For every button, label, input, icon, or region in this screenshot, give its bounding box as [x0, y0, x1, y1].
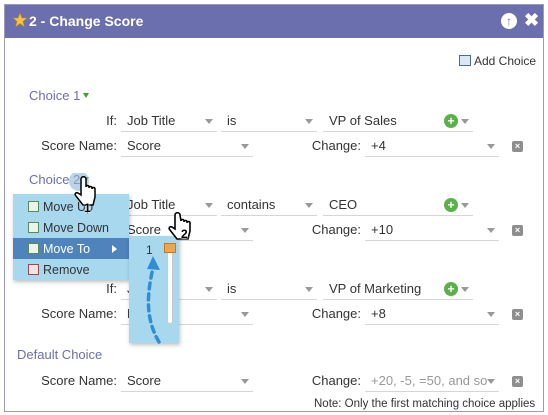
submenu-arrow-icon — [112, 245, 117, 253]
menu-item-move-to[interactable]: Move To — [13, 238, 129, 259]
choice-1-change-value: +4 — [371, 138, 386, 153]
choice-3-change-value: +8 — [371, 306, 386, 321]
choice-1-delete-icon[interactable]: × — [512, 141, 523, 152]
default-score-name-label: Score Name: — [41, 373, 117, 388]
menu-item-move-down[interactable]: Move Down — [13, 217, 129, 238]
default-score-name-value: Score — [127, 373, 161, 388]
menu-item-remove-label: Remove — [43, 263, 90, 277]
choice-1-value-text: VP of Sales — [329, 113, 397, 128]
choice-1-heading[interactable]: Choice 1 — [29, 88, 90, 103]
choice-1-field-select[interactable]: Job Title — [121, 110, 217, 132]
move-to-submenu: 1 — [129, 236, 179, 344]
choice-1-operator-value: is — [227, 113, 237, 128]
choice-1-add-value-icon[interactable]: + — [444, 114, 458, 128]
default-change-label: Change: — [311, 373, 361, 388]
choice-1-if-label: If: — [106, 113, 117, 128]
choice-3-change-input[interactable]: +8 — [365, 303, 499, 325]
choice-1-menu-icon[interactable] — [83, 93, 90, 98]
choice-3-if-label: If: — [106, 281, 117, 296]
choice-3-change-label: Change: — [311, 306, 361, 321]
move-to-icon — [28, 243, 39, 254]
star-icon — [13, 13, 27, 27]
menu-item-move-down-label: Move Down — [43, 221, 109, 235]
choice-3-add-value-icon[interactable]: + — [444, 282, 458, 296]
choice-3-value-text: VP of Marketing — [329, 281, 422, 296]
add-choice-icon — [459, 55, 471, 66]
menu-item-move-to-label: Move To — [43, 242, 91, 256]
choice-1-label: Choice 1 — [29, 88, 81, 103]
step-2-badge: 2 — [181, 227, 188, 241]
menu-item-remove[interactable]: Remove — [13, 259, 129, 280]
default-score-name-select[interactable]: Score — [121, 370, 253, 392]
default-delete-icon[interactable]: × — [512, 376, 523, 387]
move-up-window-icon[interactable]: ↑ — [501, 13, 517, 29]
dashed-arrow-annotation — [146, 256, 161, 344]
change-score-dialog: 2 - Change Score ↑ ✖ Add Choice Choice 1… — [4, 4, 544, 412]
move-down-icon — [28, 222, 39, 233]
choice-1-score-name-select[interactable]: Score — [121, 135, 253, 157]
choice-2-score-name-value: Score — [127, 222, 161, 237]
choice-1-operator-select[interactable]: is — [221, 110, 317, 132]
choice-3-operator-value: is — [227, 281, 237, 296]
title-bar: 2 - Change Score ↑ ✖ — [5, 5, 543, 38]
remove-icon — [28, 264, 39, 275]
choice-1-change-input[interactable]: +4 — [365, 135, 499, 157]
default-choice-heading: Default Choice — [17, 347, 103, 362]
choice-3-delete-icon[interactable]: × — [512, 309, 523, 320]
choice-3-operator-select[interactable]: is — [221, 278, 317, 300]
choice-1-score-name-value: Score — [127, 138, 161, 153]
choice-2-operator-select[interactable]: contains — [221, 194, 317, 216]
default-change-input[interactable]: +20, -5, =50, and so — [365, 370, 499, 392]
dialog-title: 2 - Change Score — [29, 13, 144, 29]
add-choice-label: Add Choice — [474, 54, 537, 68]
choice-2-add-value-icon[interactable]: + — [444, 198, 458, 212]
choice-2-field-value: Job Title — [127, 197, 176, 212]
choice-2-change-value: +10 — [371, 222, 394, 237]
close-icon[interactable]: ✖ — [524, 10, 539, 30]
choice-2-delete-icon[interactable]: × — [512, 225, 523, 236]
footer-note: Note: Only the first matching choice app… — [314, 398, 536, 410]
choice-2-value-text: CEO — [329, 197, 358, 212]
default-change-placeholder: +20, -5, =50, and so — [371, 373, 488, 388]
choice-2-operator-value: contains — [227, 197, 276, 212]
choice-3-score-name-label: Score Name: — [41, 306, 117, 321]
choice-2-change-input[interactable]: +10 — [365, 219, 499, 241]
choice-1-field-value: Job Title — [127, 113, 176, 128]
step-1-badge: 1 — [84, 201, 91, 215]
choice-1-score-name-label: Score Name: — [41, 138, 117, 153]
choice-2-change-label: Change: — [311, 222, 361, 237]
choice-1-change-label: Change: — [311, 138, 361, 153]
move-up-icon — [28, 201, 39, 212]
